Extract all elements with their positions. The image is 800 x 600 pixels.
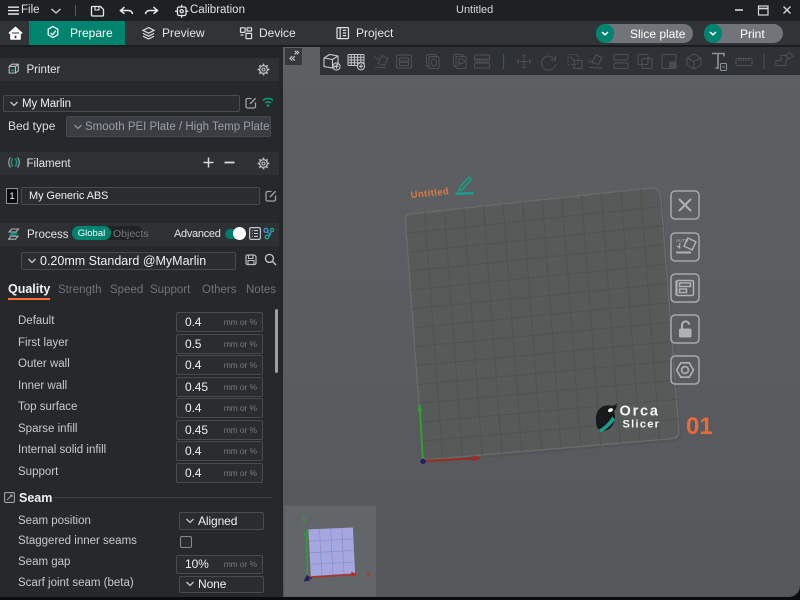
svg-text:AUTO: AUTO xyxy=(676,238,689,243)
svg-text:01: 01 xyxy=(686,413,713,440)
svg-text:x: x xyxy=(366,569,371,579)
svg-text:y: y xyxy=(302,514,307,524)
svg-text:Slicer: Slicer xyxy=(623,419,661,431)
svg-text:Orca: Orca xyxy=(620,404,660,420)
svg-text:Untitled: Untitled xyxy=(410,186,450,201)
